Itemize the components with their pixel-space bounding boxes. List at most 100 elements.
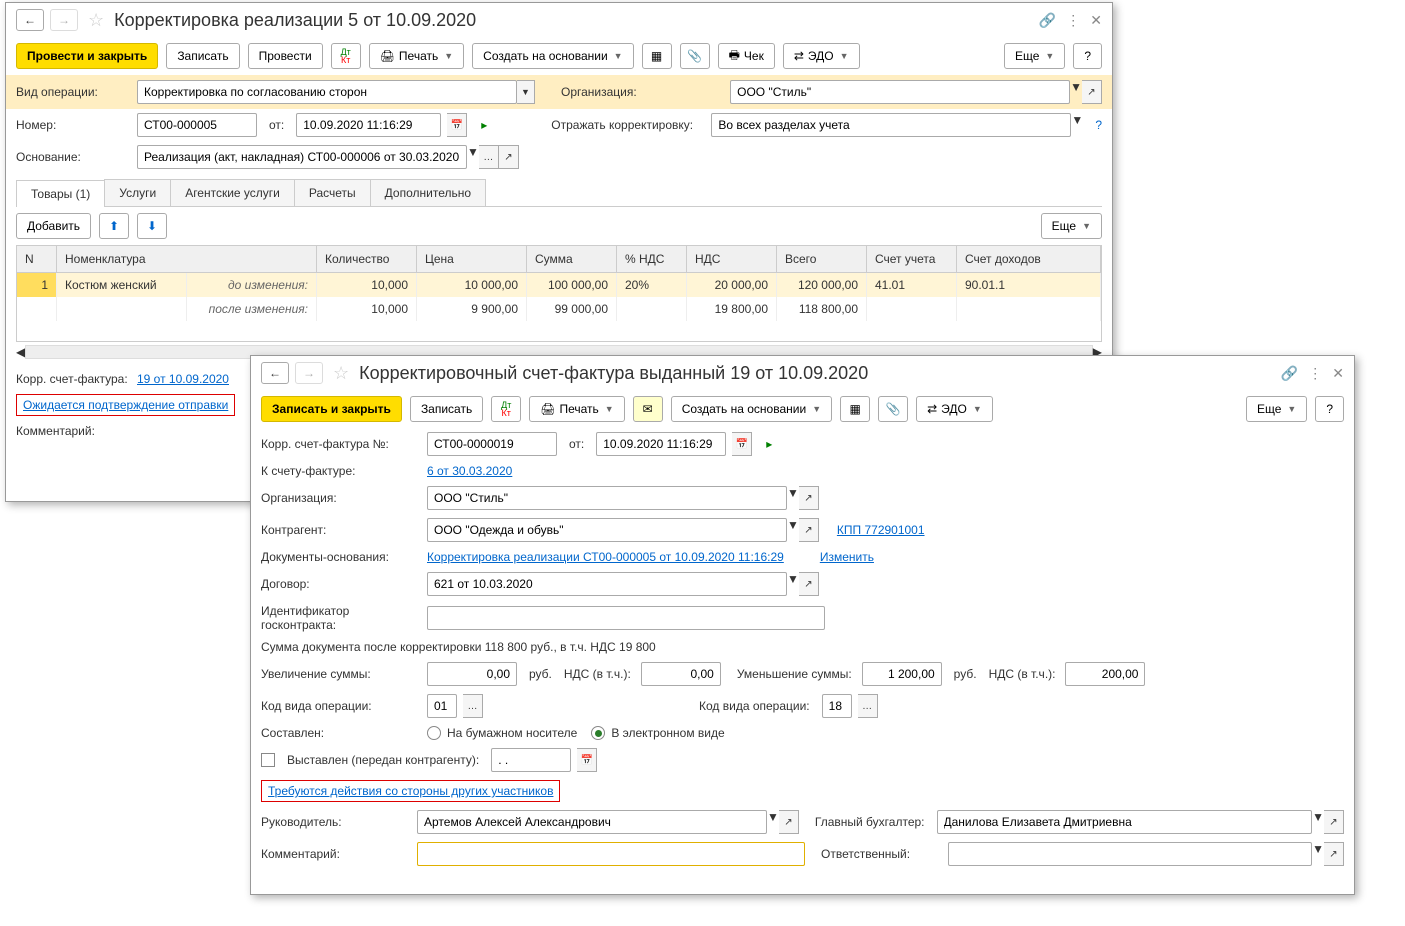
sending-status-link[interactable]: Ожидается подтверждение отправки xyxy=(23,398,228,412)
table-row[interactable]: после изменения: 10,000 9 900,00 99 000,… xyxy=(17,297,1101,321)
star-icon[interactable]: ☆ xyxy=(333,363,349,384)
inc-input[interactable] xyxy=(427,662,517,686)
paper-radio[interactable] xyxy=(427,726,441,740)
chevron-down-icon[interactable]: ▼ xyxy=(1071,113,1083,137)
manager-select[interactable]: ▼ ↗ xyxy=(417,810,799,834)
comment-input[interactable] xyxy=(417,842,805,866)
chevron-down-icon[interactable]: ▼ xyxy=(1070,80,1082,104)
basis-select[interactable]: ▼ … ↗ xyxy=(137,145,519,169)
star-icon[interactable]: ☆ xyxy=(88,10,104,31)
ellipsis-icon[interactable]: … xyxy=(858,694,878,718)
close-icon[interactable]: ✕ xyxy=(1332,365,1344,382)
op-type-select[interactable]: ▼ xyxy=(137,80,535,104)
reflect-input[interactable] xyxy=(711,113,1071,137)
menu-icon[interactable]: ⋮ xyxy=(1308,365,1322,382)
gos-input[interactable] xyxy=(427,606,825,630)
attach-button[interactable]: 📎 xyxy=(680,43,710,69)
edo-button[interactable]: ⇄ЭДО▼ xyxy=(916,396,993,422)
chevron-down-icon[interactable]: ▼ xyxy=(787,572,799,596)
nav-forward-button[interactable]: → xyxy=(295,362,323,384)
open-icon[interactable]: ↗ xyxy=(779,810,799,834)
attach-button[interactable]: 📎 xyxy=(878,396,908,422)
link-icon[interactable]: 🔗 xyxy=(1281,365,1298,382)
calendar-icon[interactable]: 📅 xyxy=(577,748,597,772)
related-button[interactable]: ▦ xyxy=(840,396,870,422)
nav-back-button[interactable]: ← xyxy=(16,9,44,31)
contract-select[interactable]: ▼ ↗ xyxy=(427,572,819,596)
corr-invoice-link[interactable]: 19 от 10.09.2020 xyxy=(137,372,229,386)
op-code2-input[interactable] xyxy=(822,694,852,718)
nav-back-button[interactable]: ← xyxy=(261,362,289,384)
org-select[interactable]: ▼ ↗ xyxy=(427,486,819,510)
move-up-button[interactable]: ⬆ xyxy=(99,213,129,239)
op-type-input[interactable] xyxy=(137,80,517,104)
chevron-down-icon[interactable]: ▼ xyxy=(787,486,799,510)
num-input[interactable] xyxy=(427,432,557,456)
col-name[interactable]: Номенклатура xyxy=(57,246,317,273)
open-icon[interactable]: ↗ xyxy=(1324,842,1344,866)
print-button[interactable]: 🖨Печать▼ xyxy=(369,43,464,69)
tab-extra[interactable]: Дополнительно xyxy=(370,179,486,206)
contr-select[interactable]: ▼ ↗ xyxy=(427,518,819,542)
accountant-input[interactable] xyxy=(937,810,1313,834)
post-button[interactable]: Провести xyxy=(248,43,323,69)
add-button[interactable]: Добавить xyxy=(16,213,91,239)
resp-input[interactable] xyxy=(948,842,1312,866)
create-based-button[interactable]: Создать на основании▼ xyxy=(472,43,633,69)
chevron-down-icon[interactable]: ▼ xyxy=(1312,842,1324,866)
edo-button[interactable]: ⇄ЭДО▼ xyxy=(783,43,860,69)
tab-agent[interactable]: Агентские услуги xyxy=(170,179,295,206)
accountant-select[interactable]: ▼ ↗ xyxy=(937,810,1345,834)
tab-calc[interactable]: Расчеты xyxy=(294,179,371,206)
calendar-icon[interactable]: 📅 xyxy=(447,113,467,137)
dec-input[interactable] xyxy=(862,662,942,686)
ellipsis-icon[interactable]: … xyxy=(479,145,499,169)
nav-forward-button[interactable]: → xyxy=(50,9,78,31)
help-icon[interactable]: ? xyxy=(1095,118,1102,132)
manager-input[interactable] xyxy=(417,810,767,834)
receipt-button[interactable]: 🖶Чек xyxy=(718,43,775,69)
num-input[interactable] xyxy=(137,113,257,137)
col-income[interactable]: Счет доходов xyxy=(957,246,1101,273)
table-row[interactable]: 1 Костюм женский до изменения: 10,000 10… xyxy=(17,273,1101,297)
save-button[interactable]: Записать xyxy=(166,43,239,69)
basis-input[interactable] xyxy=(137,145,467,169)
calendar-icon[interactable]: 📅 xyxy=(732,432,752,456)
col-vatpct[interactable]: % НДС xyxy=(617,246,687,273)
open-icon[interactable]: ↗ xyxy=(799,518,819,542)
related-button[interactable]: ▦ xyxy=(642,43,672,69)
chevron-down-icon[interactable]: ▼ xyxy=(517,80,535,104)
contr-input[interactable] xyxy=(427,518,787,542)
tab-goods[interactable]: Товары (1) xyxy=(16,180,105,207)
reflect-select[interactable]: ▼ xyxy=(711,113,1083,137)
more-button[interactable]: Еще▼ xyxy=(1004,43,1065,69)
contract-input[interactable] xyxy=(427,572,787,596)
dtkt-button[interactable]: ДтКт xyxy=(331,43,361,69)
op-code1-input[interactable] xyxy=(427,694,457,718)
org-select[interactable]: ▼ ↗ xyxy=(730,80,1102,104)
inc-vat-input[interactable] xyxy=(641,662,721,686)
open-icon[interactable]: ↗ xyxy=(799,486,819,510)
col-price[interactable]: Цена xyxy=(417,246,527,273)
org-input[interactable] xyxy=(427,486,787,510)
col-vat[interactable]: НДС xyxy=(687,246,777,273)
open-icon[interactable]: ↗ xyxy=(499,145,519,169)
chevron-down-icon[interactable]: ▼ xyxy=(467,145,479,169)
menu-icon[interactable]: ⋮ xyxy=(1066,12,1080,29)
link-icon[interactable]: 🔗 xyxy=(1039,12,1056,29)
chevron-down-icon[interactable]: ▼ xyxy=(787,518,799,542)
issued-checkbox[interactable] xyxy=(261,753,275,767)
col-total[interactable]: Всего xyxy=(777,246,867,273)
help-button[interactable]: ? xyxy=(1315,396,1344,422)
open-icon[interactable]: ↗ xyxy=(1082,80,1102,104)
col-qty[interactable]: Количество xyxy=(317,246,417,273)
open-icon[interactable]: ↗ xyxy=(799,572,819,596)
electronic-radio[interactable] xyxy=(591,726,605,740)
change-link[interactable]: Изменить xyxy=(820,550,874,564)
close-icon[interactable]: ✕ xyxy=(1090,12,1102,29)
chevron-down-icon[interactable]: ▼ xyxy=(1312,810,1324,834)
save-close-button[interactable]: Записать и закрыть xyxy=(261,396,402,422)
save-button[interactable]: Записать xyxy=(410,396,483,422)
move-down-button[interactable]: ⬇ xyxy=(137,213,167,239)
more-button[interactable]: Еще▼ xyxy=(1246,396,1307,422)
